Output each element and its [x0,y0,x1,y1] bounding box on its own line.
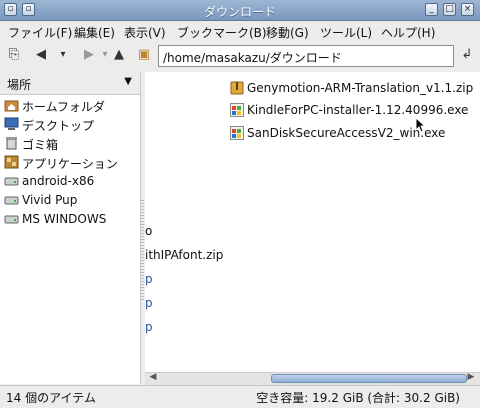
menu-go[interactable]: 移動(G) [266,24,309,41]
sidebar-item-label: Vivid Pup [22,193,78,207]
clipped-file-name[interactable]: p [145,320,153,334]
file-name: KindleForPC-installer-1.12.40996.exe [247,103,469,117]
sidebar-item-home[interactable]: ホームフォルダ [0,96,140,115]
sidebar-item-label: MS WINDOWS [22,212,107,226]
sidebar-item-label: ゴミ箱 [22,138,59,152]
close-icon[interactable]: × [461,3,474,16]
title-bar[interactable]: ▫ ▫ ダウンロード _ □ × [0,0,480,21]
clipped-file-name[interactable]: o [145,224,152,238]
windows-exe-icon [230,126,244,140]
windows-exe-icon [230,103,244,117]
menu-tools[interactable]: ツール(L) [320,24,372,41]
clipped-file-name[interactable]: p [145,272,153,286]
file-name: Genymotion-ARM-Translation_v1.1.zip [247,81,474,95]
folder-location-icon[interactable]: ▣ [135,47,153,62]
item-count: 14 個のアイテム [6,391,96,405]
horizontal-scrollbar[interactable]: ◀ ▶ [145,372,480,385]
menu-edit[interactable]: 編集(E) [74,24,115,41]
status-bar: 14 個のアイテム 空き容量: 19.2 GiB (合計: 30.2 GiB) [0,385,480,408]
new-window-icon[interactable]: ⎘ [5,47,23,62]
places-sidebar: 場所 ▼ ホームフォルダ デスクトップ ゴミ箱 アプリケーション android… [0,72,141,384]
menu-file[interactable]: ファイル(F) [8,24,72,41]
window-title: ダウンロード [203,5,276,19]
free-space: 空き容量: 19.2 GiB (合計: 30.2 GiB) [256,391,460,405]
pane-resize-handle[interactable] [141,200,144,300]
scroll-left-icon[interactable]: ◀ [147,372,159,382]
menu-help[interactable]: ヘルプ(H) [381,24,435,41]
sidebar-header[interactable]: 場所 ▼ [0,72,140,95]
mouse-pointer-icon [415,117,427,133]
maximize-icon[interactable]: □ [443,3,456,16]
scrollbar-thumb[interactable] [271,374,467,383]
zip-archive-icon [230,81,244,95]
sidebar-item-vivid-pup[interactable]: Vivid Pup [0,191,140,210]
minimize-icon[interactable]: _ [425,3,438,16]
file-manager-window: ▫ ▫ ダウンロード _ □ × ファイル(F) 編集(E) 表示(V) ブック… [0,0,480,408]
drive-icon [4,196,19,205]
location-bar[interactable]: /home/masakazu/ダウンロード [158,45,454,67]
go-enter-icon[interactable]: ↲ [458,47,476,62]
sidebar-item-ms-windows[interactable]: MS WINDOWS [0,210,140,229]
file-view[interactable]: Genymotion-ARM-Translation_v1.1.zip Kind… [145,72,480,384]
back-history-icon[interactable]: ▾ [54,49,72,60]
sidebar-item-trash[interactable]: ゴミ箱 [0,134,140,153]
sidebar-item-applications[interactable]: アプリケーション [0,153,140,172]
trash-icon [6,137,17,150]
drive-icon [4,215,19,224]
sidebar-item-label: android-x86 [22,174,95,188]
menu-view[interactable]: 表示(V) [124,24,166,41]
sidebar-item-label: アプリケーション [22,157,118,171]
sidebar-item-android-x86[interactable]: android-x86 [0,172,140,191]
desktop-icon [4,117,19,130]
drive-icon [4,177,19,186]
sidebar-header-label: 場所 [7,78,32,92]
menu-bar: ファイル(F) 編集(E) 表示(V) ブックマーク(B) 移動(G) ツール(… [0,21,480,41]
up-icon[interactable]: ▲ [110,47,128,62]
location-path: /home/masakazu/ダウンロード [163,51,342,65]
clipped-file-name[interactable]: ithIPAfont.zip [145,248,223,262]
back-icon[interactable]: ◀ [32,47,50,62]
applications-icon [4,155,19,169]
sidebar-item-desktop[interactable]: デスクトップ [0,115,140,134]
sidebar-item-label: ホームフォルダ [22,100,105,114]
clipped-file-name[interactable]: p [145,296,153,310]
scroll-right-icon[interactable]: ▶ [465,372,477,382]
home-folder-icon [4,100,19,112]
menu-bookmarks[interactable]: ブックマーク(B) [177,24,267,41]
sidebar-item-label: デスクトップ [22,119,95,133]
chevron-down-icon[interactable]: ▼ [124,76,132,87]
